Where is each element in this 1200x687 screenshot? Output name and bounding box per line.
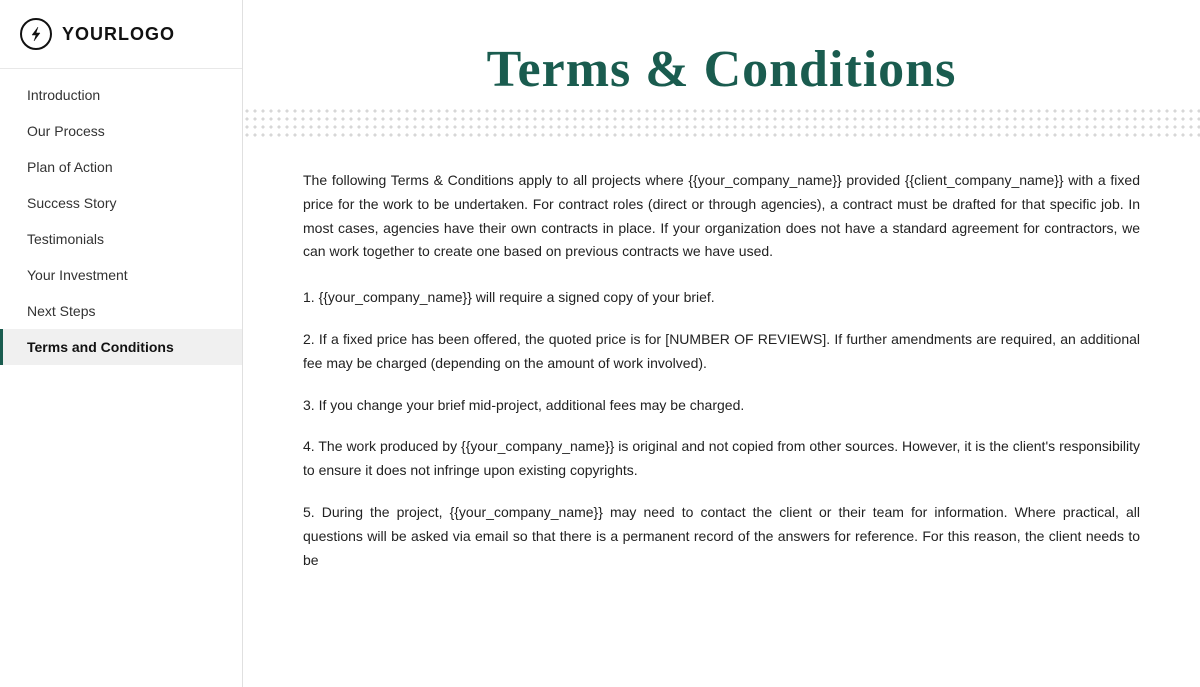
sidebar-item-introduction[interactable]: Introduction [0, 77, 242, 113]
sidebar-item-your-investment[interactable]: Your Investment [0, 257, 242, 293]
sidebar-nav: Introduction Our Process Plan of Action … [0, 77, 242, 365]
sidebar-item-terms-and-conditions[interactable]: Terms and Conditions [0, 329, 242, 365]
main-content: Terms & Conditions The following Terms &… [243, 0, 1200, 687]
item5: 5. During the project, {{your_company_na… [303, 501, 1140, 572]
page-title: Terms & Conditions [243, 40, 1200, 99]
logo-icon [20, 18, 52, 50]
sidebar: YOURLOGO Introduction Our Process Plan o… [0, 0, 243, 687]
sidebar-item-testimonials[interactable]: Testimonials [0, 221, 242, 257]
intro-paragraph: The following Terms & Conditions apply t… [303, 169, 1140, 264]
decorative-divider [243, 107, 1200, 139]
sidebar-item-success-story[interactable]: Success Story [0, 185, 242, 221]
page-header: Terms & Conditions [243, 0, 1200, 139]
logo-text: YOURLOGO [62, 24, 175, 45]
item2: 2. If a fixed price has been offered, th… [303, 328, 1140, 376]
sidebar-item-next-steps[interactable]: Next Steps [0, 293, 242, 329]
item3: 3. If you change your brief mid-project,… [303, 394, 1140, 418]
sidebar-item-our-process[interactable]: Our Process [0, 113, 242, 149]
logo-area: YOURLOGO [0, 0, 242, 69]
item4: 4. The work produced by {{your_company_n… [303, 435, 1140, 483]
content-body: The following Terms & Conditions apply t… [243, 139, 1200, 630]
item1: 1. {{your_company_name}} will require a … [303, 286, 1140, 310]
sidebar-item-plan-of-action[interactable]: Plan of Action [0, 149, 242, 185]
